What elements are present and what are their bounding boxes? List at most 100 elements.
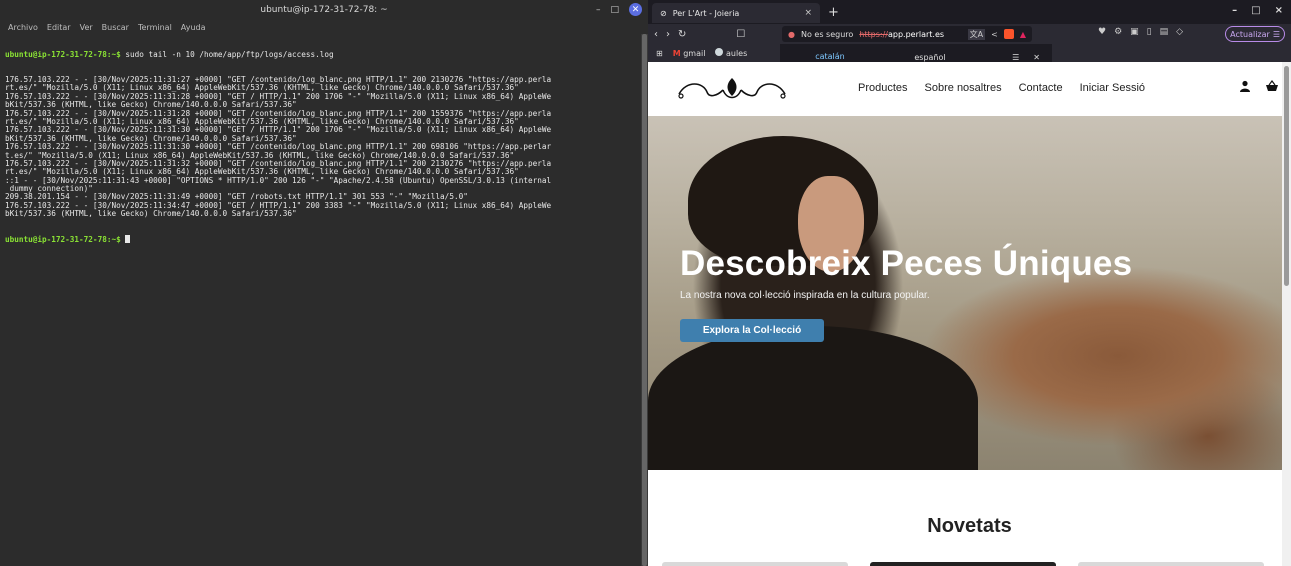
brave-rewards-icon[interactable]: ▲ xyxy=(1020,30,1026,39)
browser-window[interactable]: ⊘ Per L'Art - Joieria × + – □ × ‹ › ↻ ☐ … xyxy=(648,0,1291,566)
nav-productes[interactable]: Productes xyxy=(858,82,908,94)
hero-subtitle: La nostra nova col·lecció inspirada en l… xyxy=(680,290,930,301)
log-line: rt.es/" "Mozilla/5.0 (X11; Linux x86_64)… xyxy=(5,84,519,93)
log-line: bKit/537.36 (KHTML, like Gecko) Chrome/1… xyxy=(5,210,297,219)
product-card[interactable] xyxy=(662,562,848,566)
log-line: rt.es/" "Mozilla/5.0 (X11; Linux x86_64)… xyxy=(5,117,519,126)
log-line: 176.57.103.222 - - [30/Nov/2025:11:31:28… xyxy=(5,109,552,118)
address-bar[interactable]: ● No es seguro https://app.perlart.es 文A… xyxy=(782,26,1032,42)
brave-shield-icon[interactable] xyxy=(1003,29,1014,39)
bookmark-aules[interactable]: aules xyxy=(715,48,747,58)
share-icon[interactable]: < xyxy=(991,30,998,39)
browser-toolbar: ‹ › ↻ ☐ ● No es seguro https://app.perla… xyxy=(648,24,1291,44)
menu-editar[interactable]: Editar xyxy=(47,23,71,32)
update-button[interactable]: Actualizar ☰ xyxy=(1225,26,1285,42)
site-nav: Productes Sobre nosaltres Contacte Inici… xyxy=(858,82,1145,94)
log-lines: 176.57.103.222 - - [30/Nov/2025:11:31:27… xyxy=(5,76,641,219)
explore-collection-button[interactable]: Explora la Col·lecció xyxy=(680,319,824,342)
log-line: rt.es/" "Mozilla/5.0 (X11; Linux x86_64)… xyxy=(5,168,519,177)
translate-close-icon[interactable]: ✕ xyxy=(1033,53,1040,62)
extensions-icon[interactable]: ⚙ xyxy=(1114,27,1122,37)
warning-icon: ● xyxy=(788,29,795,39)
back-icon[interactable]: ‹ xyxy=(654,29,658,40)
vpn-icon[interactable]: ◇ xyxy=(1176,27,1183,37)
log-line: 176.57.103.222 - - [30/Nov/2025:11:31:28… xyxy=(5,92,552,101)
close-icon[interactable]: ✕ xyxy=(629,3,642,16)
hero-banner: Descobreix Peces Úniques La nostra nova … xyxy=(648,116,1291,470)
update-label: Actualizar xyxy=(1230,29,1270,39)
text-cursor xyxy=(125,235,131,244)
tab-title: Per L'Art - Joieria xyxy=(672,8,740,18)
security-label[interactable]: No es seguro xyxy=(801,30,853,39)
log-line: t.es/" "Mozilla/5.0 (X11; Linux x86_64) … xyxy=(5,151,515,160)
close-icon[interactable]: × xyxy=(1275,5,1283,16)
novetats-section: Novetats xyxy=(648,470,1291,566)
page-scrollbar[interactable] xyxy=(1282,62,1291,566)
nav-iniciar-sessio[interactable]: Iniciar Sessió xyxy=(1080,82,1145,94)
log-line: 176.57.103.222 - - [30/Nov/2025:11:31:30… xyxy=(5,143,552,152)
user-icon[interactable] xyxy=(1239,80,1251,92)
terminal-window-controls: – □ ✕ xyxy=(596,3,642,16)
log-line: 176.57.103.222 - - [30/Nov/2025:11:34:47… xyxy=(5,201,552,210)
translate-actions: ☰ ✕ xyxy=(1012,53,1040,62)
apps-grid-icon[interactable]: ⊞ xyxy=(656,49,663,58)
basket-icon[interactable] xyxy=(1265,80,1279,92)
maximize-icon[interactable]: □ xyxy=(1251,5,1260,16)
tab-search-icon[interactable]: ▤ xyxy=(1160,27,1169,37)
globe-icon: ⊘ xyxy=(660,8,667,18)
terminal-menubar: Archivo Editar Ver Buscar Terminal Ayuda xyxy=(0,20,648,34)
site-header-icons xyxy=(1239,80,1279,92)
screenshot-icon[interactable]: ▣ xyxy=(1130,27,1139,37)
reload-icon[interactable]: ↻ xyxy=(678,29,686,40)
bookmark-icon[interactable]: ☐ xyxy=(736,29,745,40)
bookmark-label: gmail xyxy=(683,48,706,58)
terminal-scrollbar[interactable] xyxy=(641,34,648,566)
extensions-area: ♥ ⚙ ▣ ▯ ▤ ◇ xyxy=(1098,27,1183,37)
log-line: 176.57.103.222 - - [30/Nov/2025:11:31:32… xyxy=(5,159,552,168)
menu-icon: ☰ xyxy=(1272,29,1280,39)
section-title: Novetats xyxy=(927,515,1012,537)
maximize-icon[interactable]: □ xyxy=(610,5,619,15)
log-line: dummy connection)" xyxy=(5,185,93,194)
terminal-scrollbar-thumb[interactable] xyxy=(642,34,647,566)
page-scrollbar-thumb[interactable] xyxy=(1284,66,1289,286)
minimize-icon[interactable]: – xyxy=(1232,5,1237,16)
translate-icon[interactable]: 文A xyxy=(967,28,986,40)
wallet-icon[interactable]: ♥ xyxy=(1098,27,1106,37)
menu-terminal[interactable]: Terminal xyxy=(138,23,172,32)
gmail-icon: M xyxy=(672,48,681,58)
nav-sobre-nosaltres[interactable]: Sobre nosaltres xyxy=(925,82,1002,94)
logo[interactable] xyxy=(673,74,791,106)
log-line: bKit/537.36 (KHTML, like Gecko) Chrome/1… xyxy=(5,134,297,143)
url-scheme: https:// xyxy=(859,29,888,39)
tab-perlart[interactable]: ⊘ Per L'Art - Joieria × xyxy=(652,3,820,23)
bookmark-label: aules xyxy=(725,49,748,58)
log-line: 209.38.201.154 - - [30/Nov/2025:11:31:49… xyxy=(5,193,468,202)
translate-options-icon[interactable]: ☰ xyxy=(1012,53,1019,62)
tab-strip: ⊘ Per L'Art - Joieria × + – □ × xyxy=(648,0,1291,24)
new-tab-icon[interactable]: + xyxy=(828,5,839,20)
forward-icon[interactable]: › xyxy=(666,29,670,40)
sidebar-icon[interactable]: ▯ xyxy=(1147,27,1152,37)
terminal-window[interactable]: ubuntu@ip-172-31-72-78: ~ – □ ✕ Archivo … xyxy=(0,0,648,566)
menu-buscar[interactable]: Buscar xyxy=(102,23,129,32)
tab-close-icon[interactable]: × xyxy=(804,8,812,18)
terminal-output[interactable]: ubuntu@ip-172-31-72-78:~$ sudo tail -n 1… xyxy=(5,34,641,261)
hero-image-body xyxy=(648,326,978,470)
product-card[interactable] xyxy=(1078,562,1264,566)
menu-archivo[interactable]: Archivo xyxy=(8,23,38,32)
browser-window-controls: – □ × xyxy=(1232,5,1283,16)
menu-ver[interactable]: Ver xyxy=(80,23,93,32)
command-line: ubuntu@ip-172-31-72-78:~$ sudo tail -n 1… xyxy=(5,51,641,59)
bookmark-gmail[interactable]: M gmail xyxy=(673,49,706,58)
hero-title: Descobreix Peces Úniques xyxy=(680,244,1133,283)
menu-ayuda[interactable]: Ayuda xyxy=(181,23,206,32)
product-card[interactable] xyxy=(870,562,1056,566)
shell-prompt: ubuntu@ip-172-31-72-78:~$ xyxy=(5,235,121,244)
minimize-icon[interactable]: – xyxy=(596,5,601,15)
terminal-title: ubuntu@ip-172-31-72-78: ~ xyxy=(260,5,388,15)
desktop: ubuntu@ip-172-31-72-78: ~ – □ ✕ Archivo … xyxy=(0,0,1291,566)
terminal-titlebar[interactable]: ubuntu@ip-172-31-72-78: ~ – □ ✕ xyxy=(0,0,648,20)
log-line: 176.57.103.222 - - [30/Nov/2025:11:31:30… xyxy=(5,126,552,135)
nav-contacte[interactable]: Contacte xyxy=(1019,82,1063,94)
